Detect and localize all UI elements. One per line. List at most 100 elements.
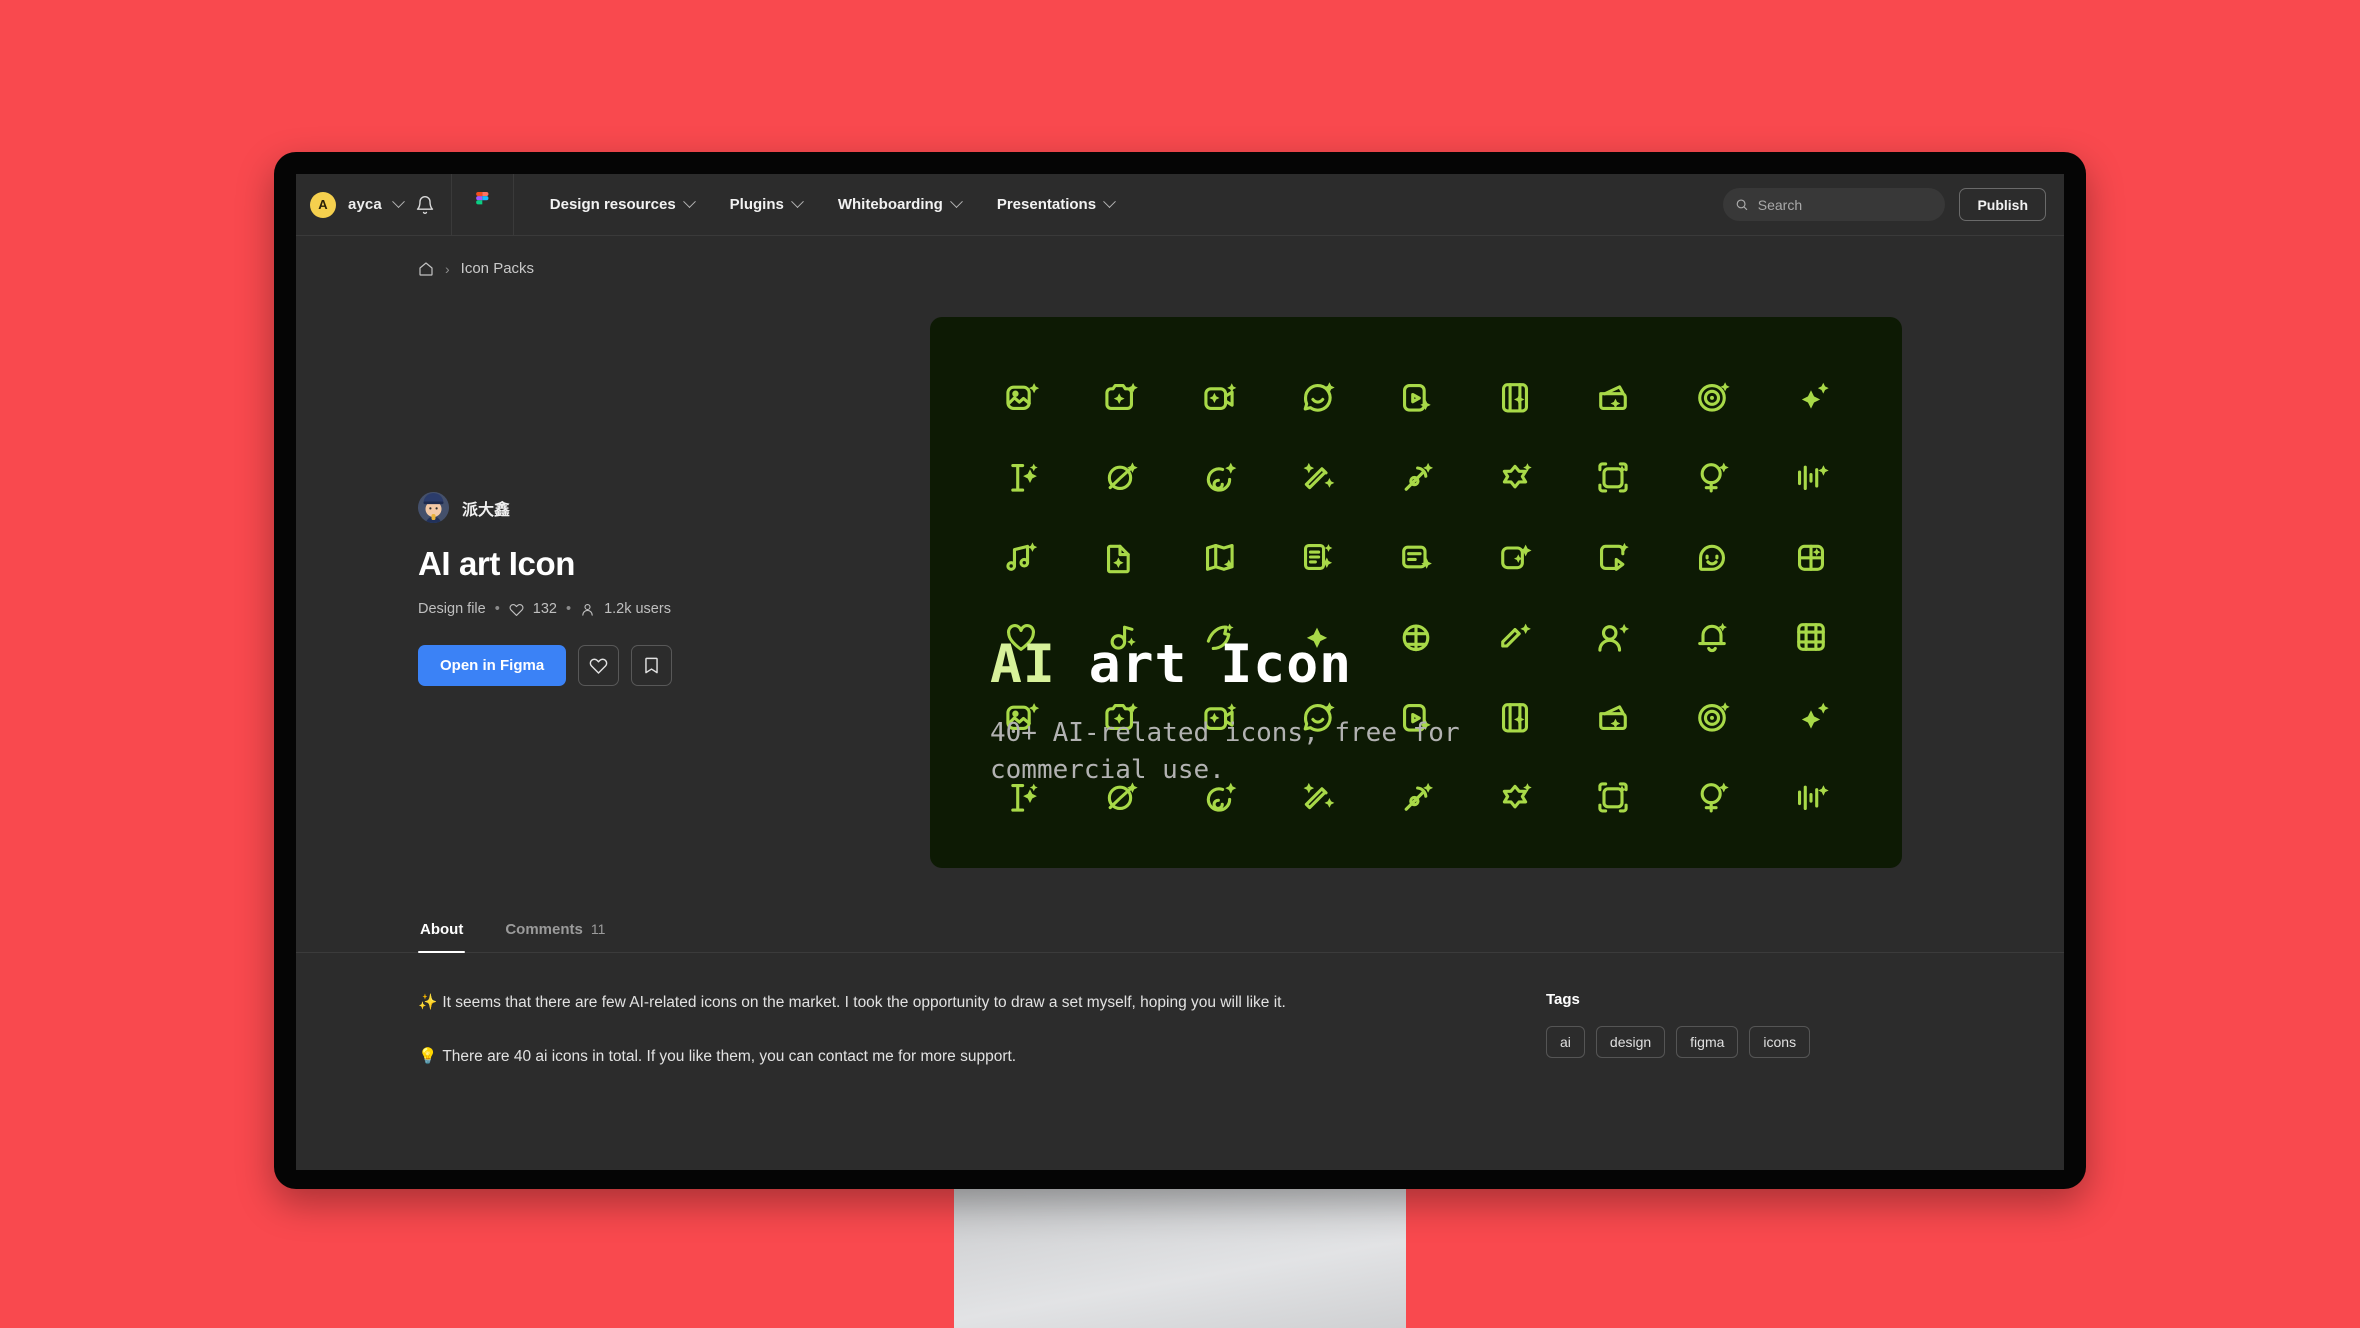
preview-icon [1299,459,1335,495]
nav-item-plugins[interactable]: Plugins [716,188,816,221]
scene: A ayca Design resources Plugins Whiteboa… [0,0,2360,1328]
preview-icon [1201,459,1237,495]
preview-icon [1398,539,1434,575]
page-title: AI art Icon [418,545,575,582]
author-name: 派大鑫 [462,501,511,519]
preview-icon [1694,459,1730,495]
tag-chip[interactable]: design [1595,1026,1666,1058]
page-content: › Icon Packs 派大鑫 AI art Icon Design file… [296,236,2064,1170]
meta-dot: • [494,601,500,617]
preview-icon [1102,379,1138,415]
preview-icon [1201,539,1237,575]
breadcrumb-separator: › [445,260,450,277]
search-icon [1737,199,1748,211]
topbar-right-actions: Publish [1723,188,2064,221]
asset-details: 派大鑫 AI art Icon Design file • 132 • 1.2k… [418,317,888,868]
like-button[interactable] [578,645,620,686]
nav-label: Presentations [996,196,1097,213]
chevron-down-icon [682,195,696,209]
like-count: 132 [532,601,557,617]
preview-icon [1398,379,1434,415]
search-input[interactable] [1757,196,1934,213]
chevron-down-icon [391,195,405,209]
publish-button[interactable]: Publish [1959,188,2046,221]
user-icon [582,603,593,616]
preview-icon [1793,379,1829,415]
chevron-down-icon [1103,195,1116,209]
avatar: A [310,191,336,218]
breadcrumb-item-icon-packs[interactable]: Icon Packs [461,260,534,277]
search-box[interactable] [1723,188,1946,221]
asset-preview-card[interactable]: AI art Icon 40+ AI-related icons, free f… [930,317,1902,868]
author-avatar [418,492,449,523]
nav-label: Design resources [549,196,676,213]
preview-icon [1497,459,1533,495]
main-nav: Design resources Plugins Whiteboarding P… [514,174,1128,236]
nav-item-whiteboarding[interactable]: Whiteboarding [824,188,975,221]
preview-icon [1694,379,1730,415]
promo-subtitle: 40+ AI-related icons, free for commercia… [990,717,1460,786]
preview-icon [1497,539,1533,575]
bell-icon[interactable] [415,195,435,215]
preview-icon [1003,459,1039,495]
promo-title-secondary: art Icon [1055,634,1353,695]
tag-chip[interactable]: ai [1546,1026,1585,1058]
cta-row: Open in Figma [418,645,888,686]
content-tabs: About Comments 11 [296,911,2064,953]
chevron-down-icon [949,195,963,209]
tab-comments[interactable]: Comments 11 [503,911,607,952]
tab-about[interactable]: About [418,911,466,953]
preview-icon [1102,539,1138,575]
breadcrumb: › Icon Packs [296,236,2064,277]
figma-logo-icon[interactable] [452,174,514,236]
preview-icon [1299,539,1335,575]
about-paragraph-text: It seems that there are few AI-related i… [442,994,1286,1011]
heart-icon [589,658,608,674]
preview-icon [1003,539,1039,575]
chevron-down-icon [790,195,804,209]
author-row[interactable]: 派大鑫 [418,492,888,523]
tag-chip[interactable]: icons [1749,1026,1811,1058]
asset-type-label: Design file [418,601,486,617]
tab-label: About [420,921,464,938]
lightbulb-icon: 💡 [418,1047,438,1065]
preview-icon [1595,539,1631,575]
tags-title: Tags [1546,991,1580,1008]
preview-icon [1595,459,1631,495]
top-navigation-bar: A ayca Design resources Plugins Whiteboa… [296,174,2064,236]
sparkles-icon: ✨ [418,994,438,1011]
browser-screen: A ayca Design resources Plugins Whiteboa… [296,174,2064,1170]
heart-icon [509,603,524,616]
nav-item-design-resources[interactable]: Design resources [536,188,708,221]
meta-dot: • [565,601,572,617]
preview-icon [1694,539,1730,575]
open-in-figma-button[interactable]: Open in Figma [418,645,567,686]
bookmark-icon [645,657,658,674]
user-menu[interactable]: A ayca [296,174,452,236]
preview-icon [1793,539,1829,575]
about-section: ✨ It seems that there are few AI-related … [296,953,2064,1099]
about-paragraph-text: There are 40 ai icons in total. If you l… [442,1047,1017,1065]
about-paragraph: 💡 There are 40 ai icons in total. If you … [418,1045,1488,1070]
preview-icon [1102,459,1138,495]
home-icon[interactable] [418,261,434,277]
preview-icon [1201,379,1237,415]
preview-icon [1793,459,1829,495]
monitor-stand [954,1189,1406,1328]
save-button[interactable] [631,645,673,686]
promo-overlay: AI art Icon 40+ AI-related icons, free f… [990,637,1862,790]
comments-count: 11 [590,921,606,937]
tags-panel: Tags ai design figma icons [1546,991,1846,1099]
preview-icon [1398,459,1434,495]
tab-label: Comments [505,921,583,938]
author-avatar-art [418,492,449,523]
tag-chip[interactable]: figma [1676,1026,1739,1058]
nav-item-presentations[interactable]: Presentations [983,188,1128,221]
nav-label: Whiteboarding [837,196,943,213]
about-paragraph: ✨ It seems that there are few AI-related … [418,991,1488,1016]
asset-meta: Design file • 132 • 1.2k users [418,601,888,617]
promo-title-primary: AI [990,634,1056,695]
figma-logo-shapes [475,192,489,205]
tags-list: ai design figma icons [1546,1026,1846,1058]
preview-icon [1299,379,1335,415]
